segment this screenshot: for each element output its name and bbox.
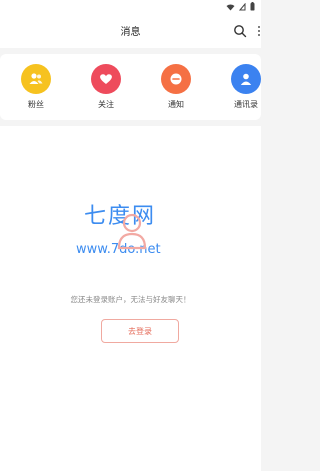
shortcut-notice[interactable]: 通知	[151, 64, 201, 110]
user-avatar-icon	[117, 212, 147, 252]
shortcut-label: 粉丝	[28, 100, 44, 109]
status-icons	[226, 2, 255, 11]
shortcut-follow[interactable]: 关注	[81, 64, 131, 110]
header: 消息	[0, 14, 261, 48]
signal-icon	[239, 2, 246, 11]
shortcut-label: 关注	[98, 100, 114, 109]
status-bar	[0, 0, 261, 14]
shortcut-contacts[interactable]: 通讯录	[221, 64, 271, 110]
shortcut-panel: 粉丝 关注 通知 通讯录	[0, 54, 261, 120]
page-title: 消息	[120, 27, 141, 38]
heart-icon	[91, 64, 121, 94]
contacts-icon	[231, 64, 261, 94]
search-button[interactable]	[233, 23, 247, 38]
shortcut-label: 通知	[168, 100, 184, 109]
empty-message: 您还未登录账户，无法与好友聊天！	[70, 295, 191, 304]
fans-icon	[21, 64, 51, 94]
more-icon	[258, 26, 260, 36]
search-icon	[234, 25, 247, 38]
battery-icon	[250, 2, 255, 11]
shortcut-label: 通讯录	[234, 100, 258, 109]
shortcut-fans[interactable]: 粉丝	[11, 64, 61, 110]
notice-icon	[161, 64, 191, 94]
login-button[interactable]: 去登录	[101, 319, 179, 343]
empty-state: 七度网 www.7do.net 您还未登录账户，无法与好友聊天！ 去登录	[0, 126, 261, 471]
more-button[interactable]	[253, 23, 263, 37]
wifi-icon	[226, 3, 235, 11]
